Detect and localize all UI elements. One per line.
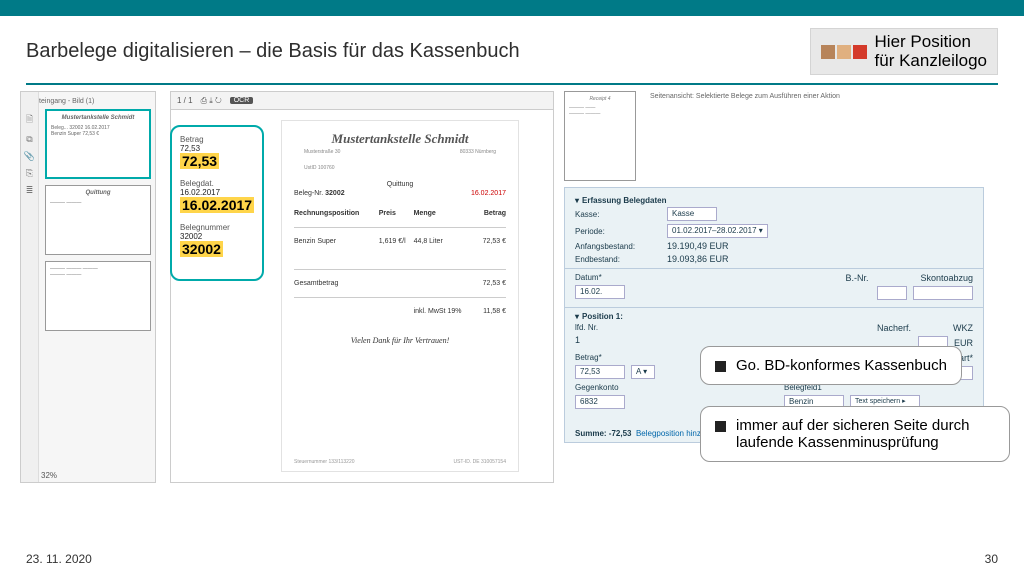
footer-date: 23. 11. 2020	[26, 552, 92, 566]
receipt-table: RechnungspositionPreisMengeBetrag Benzin…	[294, 207, 506, 318]
callout-2: immer auf der sicheren Seite durch laufe…	[700, 406, 1010, 462]
ocr-number: 32002	[180, 241, 223, 257]
top-bar	[0, 0, 1024, 16]
receipt-thanks: Vielen Dank für Ihr Vertrauen!	[294, 336, 506, 345]
slide-header: Barbelege digitalisieren – die Basis für…	[0, 16, 1024, 83]
entry-form: ▾Erfassung Belegdaten Kasse:Kasse Period…	[564, 187, 984, 443]
page-footer: 23. 11. 2020 30	[26, 552, 998, 566]
callout-1: Go. BD-konformes Kassenbuch	[700, 346, 962, 385]
endbestand: 19.093,86 EUR	[667, 254, 729, 264]
thumbnail-1[interactable]: Mustertankstelle Schmidt Beleg... 32002 …	[45, 109, 151, 179]
anfangsbestand: 19.190,49 EUR	[667, 241, 729, 251]
gegenkonto-input[interactable]: 6832	[575, 395, 625, 409]
thumbs-title: Posteingang - Bild (1)	[27, 98, 149, 105]
ocr-highlight-box: Betrag 72,53 72,53 Belegdat. 16.02.2017 …	[170, 125, 264, 281]
list-icon[interactable]: ≣	[26, 185, 34, 196]
zoom-level: 32%	[41, 471, 57, 480]
slide-title: Barbelege digitalisieren – die Basis für…	[26, 40, 520, 63]
receipt-heading: Quittung	[294, 181, 506, 188]
periode-select[interactable]: 01.02.2017–28.02.2017 ▾	[667, 224, 768, 238]
viewer-toolbar[interactable]: 1 / 1 ⎙ ⤓ ↻ OCR	[171, 92, 553, 110]
page-indicator: 1 / 1	[177, 96, 193, 105]
sidebar-icons: 🗎 ⧉ 📎 ⎘ ≣	[21, 92, 39, 482]
receipt-date: 16.02.2017	[471, 190, 506, 197]
receipt-vendor: Mustertankstelle Schmidt	[294, 131, 506, 147]
kasse-select[interactable]: Kasse	[667, 207, 717, 221]
clip-icon[interactable]: 📎	[24, 151, 35, 162]
bullet-icon	[715, 421, 726, 432]
logo-placeholder: Hier Position für Kanzleilogo	[810, 28, 998, 75]
logo-line-1: Hier Position	[875, 33, 987, 52]
thumbnail-panel: 🗎 ⧉ 📎 ⎘ ≣ Posteingang - Bild (1) Mustert…	[20, 91, 156, 483]
divider	[26, 83, 998, 85]
ocr-date: 16.02.2017	[180, 197, 254, 213]
right-thumbnail[interactable]: Receipt 4 ——— ————— ———	[564, 91, 636, 181]
ocr-badge: OCR	[230, 97, 254, 104]
datum-input[interactable]: 16.02.	[575, 285, 625, 299]
betrag-input[interactable]: 72,53	[575, 365, 625, 379]
sum-value: -72,53	[609, 429, 632, 438]
file-icon[interactable]: 🗎	[26, 112, 33, 128]
bullet-icon	[715, 361, 726, 372]
receipt-document: Mustertankstelle Schmidt Musterstraße 30…	[281, 120, 519, 472]
footer-page: 30	[985, 552, 998, 566]
betrag-dir[interactable]: A ▾	[631, 365, 655, 379]
thumbnail-3[interactable]: ——— ——— ——— ——— ———	[45, 261, 151, 331]
logo-line-2: für Kanzleilogo	[875, 52, 987, 71]
skonto-input[interactable]	[913, 286, 973, 300]
logo-icon	[821, 45, 867, 59]
ocr-amount: 72,53	[180, 153, 219, 169]
tag-icon[interactable]: ⧉	[26, 134, 32, 145]
copy-icon[interactable]: ⎘	[26, 168, 33, 179]
bnr-input[interactable]	[877, 286, 907, 300]
toolbar-icons[interactable]: ⎙ ⤓ ↻	[201, 96, 222, 106]
thumbnail-2[interactable]: Quittung ——— ———	[45, 185, 151, 255]
right-panel-hint: Seitenansicht: Selektierte Belege zum Au…	[650, 93, 840, 100]
